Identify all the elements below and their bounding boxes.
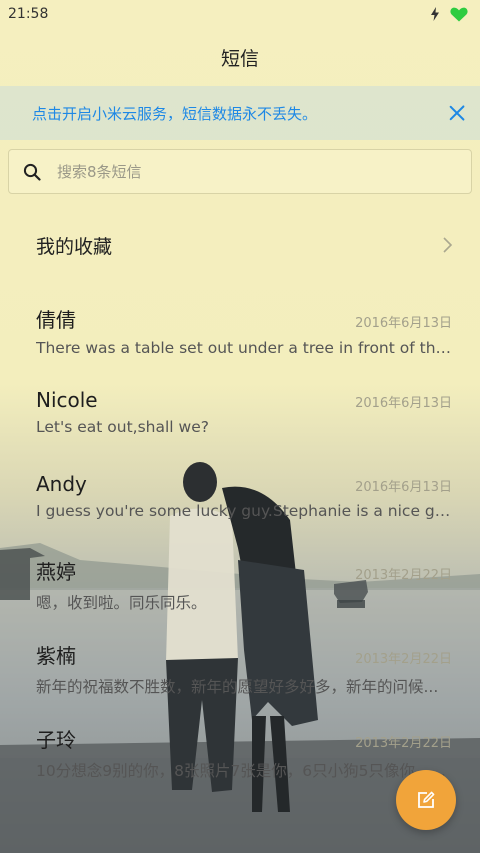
contact-name: Nicole [36,388,98,412]
conversation-item[interactable]: Nicole 2016年6月13日 Let's eat out,shall we… [0,364,480,448]
title-bar: 短信 [0,28,480,86]
contact-name: Andy [36,472,87,496]
chevron-right-icon [443,237,453,253]
status-bar: 21:58 [0,0,480,28]
message-date: 2013年2月22日 [355,736,452,751]
status-icons [430,7,468,22]
search-input[interactable]: 搜索8条短信 [8,149,472,194]
page-title: 短信 [220,47,259,70]
message-preview: 嗯，收到啦。同乐同乐。 [36,594,207,612]
message-date: 2016年6月13日 [355,396,452,411]
battery-heart-icon [450,7,468,22]
close-icon[interactable] [448,104,466,122]
message-list: 倩倩 2016年6月13日 There was a table set out … [0,280,480,784]
cloud-service-banner[interactable]: 点击开启小米云服务，短信数据永不丢失。 [0,86,480,140]
search-icon [23,163,41,181]
message-preview: 新年的祝福数不胜数，新年的愿望好多好多，新年的问候... [36,678,439,696]
message-preview: Let's eat out,shall we? [36,418,209,436]
message-date: 2016年6月13日 [355,480,452,495]
compose-button[interactable] [396,770,456,830]
message-date: 2016年6月13日 [355,316,452,331]
conversation-item[interactable]: 紫楠 2013年2月22日 新年的祝福数不胜数，新年的愿望好多好多，新年的问候.… [0,616,480,700]
conversation-item[interactable]: 子玲 2013年2月22日 10分想念9别的你，8张照片7张是你，6只小狗5只像… [0,700,480,784]
favorites-label: 我的收藏 [36,235,113,258]
contact-name: 子玲 [36,728,76,752]
conversation-item[interactable]: 倩倩 2016年6月13日 There was a table set out … [0,280,480,364]
contact-name: 紫楠 [36,644,76,668]
conversation-item[interactable]: Andy 2016年6月13日 I guess you're some luck… [0,448,480,532]
message-preview: There was a table set out under a tree i… [36,339,452,357]
charging-icon [431,7,439,21]
conversation-item[interactable]: 燕婷 2013年2月22日 嗯，收到啦。同乐同乐。 [0,532,480,616]
contact-name: 倩倩 [36,308,76,332]
favorites-row[interactable]: 我的收藏 [0,210,480,280]
status-time: 21:58 [8,6,49,22]
banner-text[interactable]: 点击开启小米云服务，短信数据永不丢失。 [32,103,317,124]
message-date: 2013年2月22日 [355,568,452,583]
message-preview: 10分想念9别的你，8张照片7张是你，6只小狗5只像你，4... [36,762,452,780]
message-date: 2013年2月22日 [355,652,452,667]
message-preview: I guess you're some lucky guy.Stephanie … [36,502,452,520]
contact-name: 燕婷 [36,560,76,584]
search-placeholder: 搜索8条短信 [57,163,142,181]
compose-icon [418,791,435,808]
